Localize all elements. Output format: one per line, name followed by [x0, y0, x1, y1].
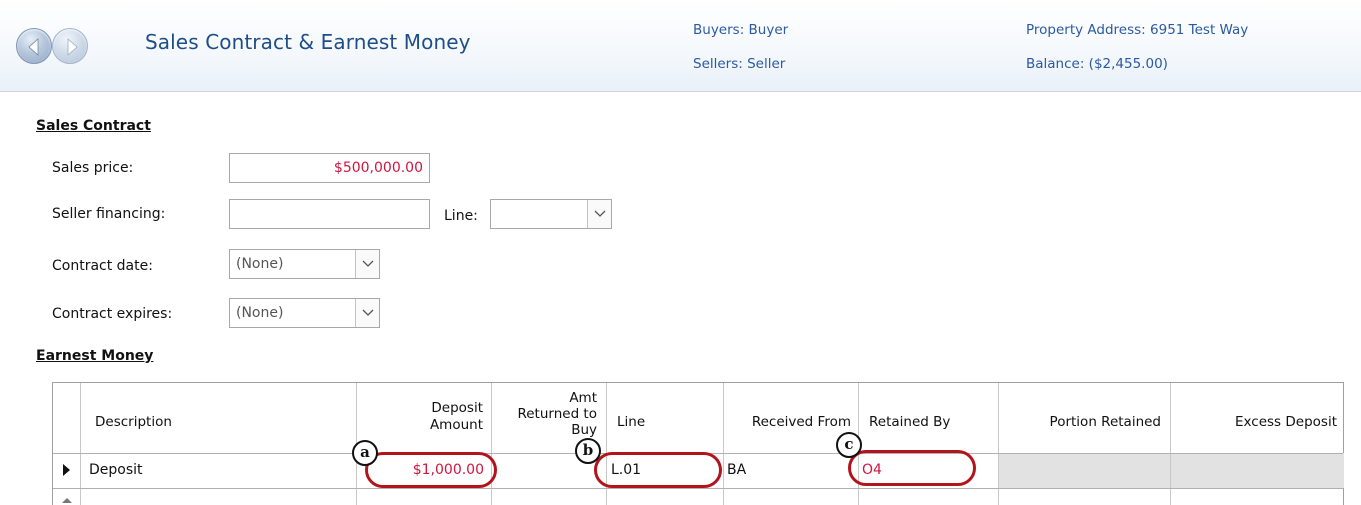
new-row-icon	[62, 498, 72, 503]
col-divider	[998, 383, 999, 505]
readonly-cells	[998, 453, 1344, 488]
col-header-amt-returned-line2[interactable]: Returned to	[491, 407, 597, 422]
col-header-amt-returned-line3[interactable]: Buy	[491, 423, 597, 438]
earnest-money-heading: Earnest Money	[36, 348, 154, 364]
contract-expires-value: (None)	[236, 305, 284, 321]
seller-financing-label: Seller financing:	[52, 206, 166, 222]
forward-button[interactable]	[52, 28, 88, 64]
contract-expires-dropdown-button[interactable]	[355, 299, 379, 327]
contract-date-value: (None)	[236, 256, 284, 272]
col-header-line[interactable]: Line	[617, 415, 645, 430]
col-header-retained-by[interactable]: Retained By	[869, 415, 950, 430]
contract-date-label: Contract date:	[52, 258, 153, 274]
callout-a-highlight	[365, 452, 497, 488]
callout-c-highlight	[848, 450, 976, 486]
chevron-down-icon	[362, 309, 374, 316]
line-dropdown-button[interactable]	[587, 200, 611, 228]
line-select[interactable]	[490, 199, 612, 229]
row-pointer-icon	[63, 464, 70, 476]
sales-price-label: Sales price:	[52, 160, 134, 176]
callout-b-marker: b	[575, 438, 601, 464]
balance-text: Balance: ($2,455.00)	[1026, 56, 1168, 72]
col-divider	[723, 383, 724, 505]
seller-financing-input[interactable]	[229, 199, 430, 229]
col-header-deposit-amount-line2[interactable]: Amount	[356, 418, 483, 433]
back-button[interactable]	[16, 28, 52, 64]
col-header-amt-returned-line1[interactable]: Amt	[491, 391, 597, 406]
sellers-text: Sellers: Seller	[693, 56, 786, 72]
contract-expires-picker[interactable]: (None)	[229, 298, 380, 328]
col-header-deposit-amount-line1[interactable]: Deposit	[356, 401, 483, 416]
row-divider	[53, 488, 1343, 489]
col-header-portion-retained[interactable]: Portion Retained	[998, 415, 1161, 430]
col-header-excess-deposit[interactable]: Excess Deposit	[1170, 415, 1337, 430]
col-header-received-from[interactable]: Received From	[723, 415, 851, 430]
col-divider	[80, 383, 81, 505]
contract-date-dropdown-button[interactable]	[355, 250, 379, 278]
chevron-down-icon	[362, 260, 374, 267]
cell-description[interactable]: Deposit	[89, 462, 143, 478]
contract-expires-label: Contract expires:	[52, 306, 173, 322]
cell-received-from[interactable]: BA	[727, 462, 746, 478]
forward-arrow-icon	[67, 38, 78, 56]
page-title: Sales Contract & Earnest Money	[145, 30, 471, 54]
callout-b-highlight	[594, 452, 722, 488]
back-arrow-icon	[28, 38, 39, 56]
sales-price-input[interactable]: $500,000.00	[229, 153, 430, 183]
sales-contract-heading: Sales Contract	[36, 118, 151, 134]
chevron-down-icon	[594, 210, 606, 217]
callout-a-marker: a	[352, 440, 378, 466]
col-header-description[interactable]: Description	[95, 415, 172, 430]
property-address-text: Property Address: 6951 Test Way	[1026, 22, 1249, 38]
line-label: Line:	[444, 208, 478, 224]
header-bar: Sales Contract & Earnest Money Buyers: B…	[0, 0, 1361, 92]
buyers-text: Buyers: Buyer	[693, 22, 789, 38]
callout-c-marker: c	[836, 432, 862, 458]
contract-date-picker[interactable]: (None)	[229, 249, 380, 279]
col-divider	[1170, 383, 1171, 505]
